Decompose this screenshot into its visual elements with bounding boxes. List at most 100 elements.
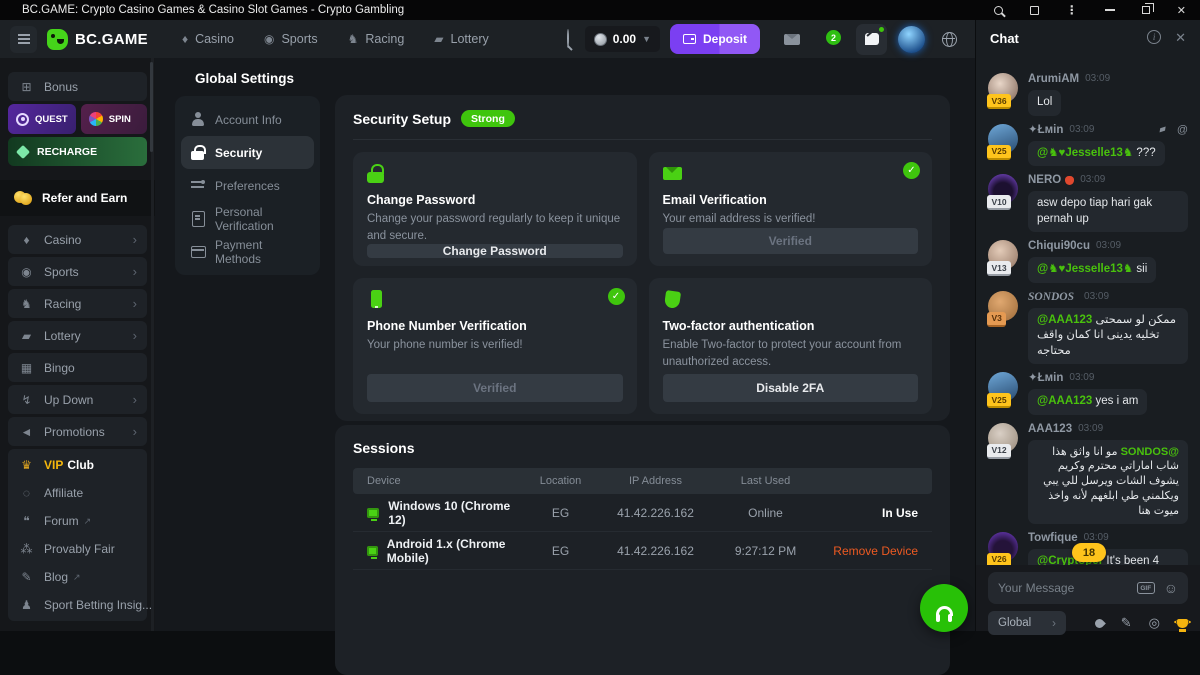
card-title: Phone Number Verification — [367, 319, 623, 333]
sidebar-item[interactable]: ♟ Sport Betting Insig... ↗ — [8, 591, 147, 619]
search-icon[interactable] — [567, 30, 569, 48]
trophy-icon[interactable] — [1177, 619, 1188, 628]
topnav-menu-item[interactable]: ♞ Racing — [348, 32, 405, 46]
deposit-label: Deposit — [703, 32, 747, 46]
card-action-button[interactable]: Disable 2FA — [663, 374, 919, 402]
gif-icon[interactable]: GIF — [1137, 582, 1155, 594]
device-name: Android 1.x (Chrome Mobile) — [387, 537, 523, 565]
sidebar-item[interactable]: ◄ Promotions › — [8, 417, 147, 446]
sessions-table-header: Device Location IP Address Last Used — [353, 468, 932, 494]
coin-drop-icon[interactable]: ◎ — [1149, 615, 1160, 631]
restore-button[interactable] — [1142, 6, 1150, 14]
extension-icon[interactable] — [1030, 6, 1039, 15]
unread-count-badge[interactable]: 18 — [1072, 543, 1106, 562]
mention-text[interactable]: @AAA123 — [1037, 395, 1092, 407]
divider — [353, 139, 932, 140]
rain-icon[interactable] — [1093, 617, 1106, 630]
sidebar-item[interactable]: ❝ Forum ↗ — [8, 507, 147, 535]
chat-username[interactable]: Towfique — [1028, 531, 1078, 545]
sidebar-item[interactable]: ♦ Casino › — [8, 225, 147, 254]
sidebar-item[interactable]: ⁂ Provably Fair — [8, 535, 147, 563]
chat-username[interactable]: SONDOS — [1028, 290, 1074, 304]
sidebar-item-label: Bingo — [44, 361, 75, 375]
emoji-icon[interactable]: ☺ — [1164, 580, 1178, 596]
refer-and-earn-button[interactable]: Refer and Earn — [0, 180, 155, 216]
settings-nav-label: Preferences — [215, 179, 280, 193]
settings-nav-label: Account Info — [215, 113, 282, 127]
settings-nav-item[interactable]: Payment Methods — [181, 235, 314, 268]
zoom-icon[interactable] — [994, 6, 1003, 15]
sidebar-item-label: Casino — [44, 233, 81, 247]
chat-info-icon[interactable]: i — [1147, 30, 1161, 44]
chat-username[interactable]: ✦Łмin — [1028, 123, 1063, 137]
chat-message-input[interactable] — [998, 581, 1128, 595]
chat-close-icon[interactable]: ✕ — [1175, 30, 1186, 46]
inbox-icon[interactable] — [784, 34, 800, 45]
chat-text: sii — [1136, 263, 1147, 275]
sidebar-item-icon: ◉ — [18, 265, 35, 279]
quest-button[interactable]: QUEST — [8, 104, 76, 134]
sidebar-item[interactable]: ◌ Affiliate — [8, 479, 147, 507]
level-badge: V3 — [987, 312, 1006, 327]
spin-button[interactable]: SPIN — [81, 104, 147, 134]
language-globe-icon[interactable] — [942, 32, 957, 47]
page-heading: Global Settings — [195, 71, 294, 86]
session-action[interactable]: In Use — [818, 506, 918, 520]
balance-selector[interactable]: 0.00 ▼ — [585, 26, 660, 52]
session-location: EG — [523, 544, 598, 558]
sidebar-item-bonus[interactable]: ⊞ Bonus — [8, 72, 147, 101]
tip-icon[interactable]: ▰ — [1157, 122, 1169, 138]
support-button[interactable] — [920, 584, 968, 632]
settings-nav-item[interactable]: Security — [181, 136, 314, 169]
brand-logo[interactable]: BC.GAME — [47, 29, 148, 50]
browser-menu-icon[interactable]: ⋮ — [1066, 6, 1078, 15]
chat-username[interactable]: ArumiAM — [1028, 72, 1079, 86]
verified-check-icon: ✓ — [903, 162, 920, 179]
sidebar-item[interactable]: ↯ Up Down › — [8, 385, 147, 414]
chat-username[interactable]: NERO — [1028, 173, 1061, 187]
deposit-button[interactable]: Deposit — [670, 24, 760, 54]
menu-item-icon: ◉ — [264, 32, 274, 46]
sidebar-item[interactable]: ♛ VIP Club — [8, 451, 147, 479]
settings-nav-item[interactable]: Preferences — [181, 169, 314, 202]
mention-text[interactable]: @AAA123 — [1037, 314, 1092, 326]
security-card-icon — [663, 164, 683, 184]
card-action-button[interactable]: Verified — [663, 228, 919, 254]
chat-text: Lol — [1037, 96, 1052, 108]
chat-channel-selector[interactable]: Global › — [988, 611, 1066, 635]
settings-nav-item[interactable]: Account Info — [181, 103, 314, 136]
sidebar-item[interactable]: ♞ Racing › — [8, 289, 147, 318]
recharge-button[interactable]: RECHARGE — [8, 137, 147, 166]
user-avatar[interactable] — [898, 26, 925, 53]
sidebar-scrollbar[interactable] — [151, 58, 154, 631]
topnav-menu-item[interactable]: ♦ Casino — [182, 32, 234, 46]
card-action-button[interactable]: Change Password — [367, 244, 623, 258]
hamburger-menu-button[interactable] — [10, 26, 37, 53]
device-icon — [367, 546, 378, 556]
pencil-icon[interactable]: ✎ — [1121, 615, 1132, 631]
card-action-button[interactable]: Verified — [367, 374, 623, 402]
mention-text[interactable]: @♞♥Jesselle13♞ — [1037, 263, 1133, 275]
level-badge: V12 — [987, 444, 1011, 459]
sidebar-item[interactable]: ▰ Lottery › — [8, 321, 147, 350]
chat-username[interactable]: ✦Łмin — [1028, 371, 1063, 385]
gold-coins-icon — [14, 191, 32, 205]
chat-username[interactable]: AAA123 — [1028, 422, 1072, 436]
card-description: Enable Two-factor to protect your accoun… — [663, 337, 919, 370]
session-action[interactable]: Remove Device — [818, 544, 918, 558]
sidebar-item[interactable]: ◉ Sports › — [8, 257, 147, 286]
mention-icon[interactable]: @ — [1177, 123, 1188, 137]
mention-text[interactable]: @SONDOS — [1121, 446, 1179, 458]
mention-text[interactable]: @♞♥Jesselle13♞ — [1037, 147, 1133, 159]
settings-nav-item[interactable]: Personal Verification — [181, 202, 314, 235]
minimize-button[interactable] — [1105, 9, 1115, 11]
settings-nav-label: Payment Methods — [215, 238, 305, 266]
topnav-menu-item[interactable]: ◉ Sports — [264, 32, 318, 46]
chat-toggle-button[interactable] — [856, 24, 887, 55]
chevron-right-icon: › — [133, 264, 137, 279]
topnav-menu-item[interactable]: ▰ Lottery — [434, 32, 488, 46]
close-window-button[interactable]: ✕ — [1177, 4, 1186, 17]
sidebar-item[interactable]: ✎ Blog ↗ — [8, 563, 147, 591]
chat-username[interactable]: Chiqui90cu — [1028, 239, 1090, 253]
sidebar-item[interactable]: ▦ Bingo — [8, 353, 147, 382]
